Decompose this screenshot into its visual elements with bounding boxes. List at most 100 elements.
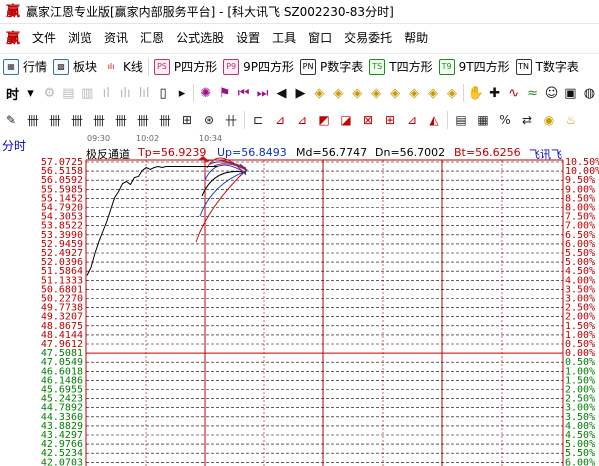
comb-split-icon[interactable]: 卌 (110, 109, 132, 131)
menu-bar: 赢 文件 浏览 资讯 汇恩 公式选股 设置 工具 窗口 交易委托 帮助 (0, 25, 599, 52)
hand-icon[interactable]: ✋ (466, 82, 485, 104)
fan-box-icon[interactable]: ◩ (313, 109, 335, 131)
cross-line-icon[interactable]: 卄 (220, 109, 242, 131)
comb-icon[interactable]: 卌 (22, 109, 44, 131)
ts-icon: TS (369, 58, 386, 75)
toolbar-separator (147, 57, 149, 76)
intraday-chart[interactable]: 57.072556.515856.059255.598555.145254.79… (0, 146, 599, 466)
price-line (86, 165, 218, 276)
indicator-bt: Bt=56.6256 (454, 146, 521, 159)
menu-file[interactable]: 文件 (26, 25, 62, 52)
9t-square-label: 9T四方形 (458, 60, 510, 74)
circle-grid-icon[interactable]: ⊛ (198, 109, 220, 131)
percent-tick-label: 6.00% (565, 457, 595, 466)
pencil-icon[interactable]: ✎ (0, 109, 22, 131)
t-number-table-button[interactable]: TN T数字表 (513, 58, 582, 75)
kline-button[interactable]: ılı K线 (100, 58, 146, 75)
single-candle-icon[interactable]: ▯ (154, 82, 173, 104)
price-tick-label: 42.0703 (41, 457, 83, 466)
fan-diag-icon[interactable]: ⊿ (401, 109, 423, 131)
sector-button[interactable]: ▩ 板块 (50, 58, 100, 75)
bars-alt-icon[interactable]: ▥ (78, 82, 97, 104)
9t-square-button[interactable]: T9 9T四方形 (436, 58, 513, 75)
first-bar-icon[interactable]: ⏮ (234, 82, 253, 104)
chevron-down-icon[interactable]: ▾ (21, 82, 40, 104)
menu-huien[interactable]: 汇恩 (134, 25, 170, 52)
menu-settings[interactable]: 设置 (230, 25, 266, 52)
zigzag-icon[interactable]: ∿ (504, 82, 523, 104)
diamond-star-icon[interactable]: ◈ (386, 82, 405, 104)
capsule-icon[interactable]: ◍ (580, 82, 599, 104)
fan-dense-icon[interactable]: ⊿ (291, 109, 313, 131)
fan-rays-icon[interactable]: ◭ (423, 109, 445, 131)
face-icon[interactable]: ☺ (542, 82, 561, 104)
prev-icon[interactable]: ◀ (272, 82, 291, 104)
comb-long-icon[interactable]: 卌 (132, 109, 154, 131)
spiral-icon[interactable]: ✺ (196, 82, 215, 104)
candle-down-icon[interactable]: lıl (135, 82, 154, 104)
toolbar-separator (244, 111, 245, 129)
comb-bar-icon[interactable]: 卌 (154, 109, 176, 131)
stats-icon[interactable]: ▦ (472, 109, 494, 131)
candle-up-icon[interactable]: ılı (116, 82, 135, 104)
p-square-label: P四方形 (173, 60, 218, 74)
diamond-up-icon[interactable]: ◈ (348, 82, 367, 104)
t-square-button[interactable]: TS T四方形 (366, 58, 435, 75)
cup-icon[interactable]: ♨ (560, 109, 582, 131)
percent-icon[interactable]: % (494, 109, 516, 131)
flag-icon[interactable]: ⚑ (215, 82, 234, 104)
toolbar-separator (193, 84, 195, 102)
tn-icon: TN (515, 58, 532, 75)
p-square-button[interactable]: PS P四方形 (151, 58, 220, 75)
scale-icon[interactable]: ⇄ (516, 109, 538, 131)
menu-trade[interactable]: 交易委托 (338, 25, 398, 52)
kline-label: K线 (123, 60, 143, 74)
time-tick: 09:30 (87, 134, 111, 143)
menu-logo-icon[interactable]: 赢 (4, 30, 22, 48)
ledger-icon[interactable]: ▤ (450, 109, 472, 131)
menu-window[interactable]: 窗口 (302, 25, 338, 52)
coin-icon[interactable]: ◉ (538, 109, 560, 131)
cursor-select-icon[interactable]: ▸ (173, 82, 192, 104)
diamond-down-icon[interactable]: ◈ (367, 82, 386, 104)
comb-circle-icon[interactable]: ⊞ (176, 109, 198, 131)
comb-top-icon[interactable]: 卌 (44, 109, 66, 131)
indicator-md: Md=56.7747 (296, 146, 368, 159)
time-tick: 10:34 (199, 134, 223, 143)
ps-icon: PS (153, 58, 170, 75)
comb-fan-icon[interactable]: 卌 (66, 109, 88, 131)
crosshair-icon[interactable]: ✚ (485, 82, 504, 104)
next-icon[interactable]: ▶ (291, 82, 310, 104)
menu-tools[interactable]: 工具 (266, 25, 302, 52)
diamond-plus-icon[interactable]: ◈ (424, 82, 443, 104)
diamond-right-icon[interactable]: ◈ (329, 82, 348, 104)
quotes-label: 行情 (23, 60, 48, 74)
chart-header: 极反通道 Tp=56.9239 Up=56.8493 Md=56.7747 Dn… (86, 146, 566, 162)
app-logo-icon: 赢 (6, 3, 20, 20)
bracket-icon[interactable]: ⊏ (247, 109, 269, 131)
channel-curve (195, 169, 247, 243)
diamond-cross-icon[interactable]: ◈ (405, 82, 424, 104)
fan-icon[interactable]: ⊿ (269, 109, 291, 131)
fan-square-icon[interactable]: ⊠ (357, 109, 379, 131)
comb-double-icon[interactable]: 卌 (88, 109, 110, 131)
diamond-x-icon[interactable]: ◈ (443, 82, 462, 104)
last-bar-icon[interactable]: ⏭ (253, 82, 272, 104)
sector-label: 板块 (73, 60, 98, 74)
fan-grid-icon[interactable]: ⊞ (379, 109, 401, 131)
fan-cross-icon[interactable]: ◪ (335, 109, 357, 131)
quotes-button[interactable]: ▦ 行情 (0, 58, 50, 75)
menu-formula-screener[interactable]: 公式选股 (170, 25, 230, 52)
bars-icon[interactable]: ▤ (59, 82, 78, 104)
diamond-left-icon[interactable]: ◈ (310, 82, 329, 104)
gear-icon[interactable]: ⚙ (40, 82, 59, 104)
period-select[interactable]: 时 (0, 84, 21, 103)
p-number-table-button[interactable]: PN P数字表 (297, 58, 366, 75)
candle-alt-icon[interactable]: ıl (97, 82, 116, 104)
menu-news[interactable]: 资讯 (98, 25, 134, 52)
wave-icon[interactable]: ≈ (523, 82, 542, 104)
chart-window-icon[interactable]: ▣ (561, 82, 580, 104)
menu-browse[interactable]: 浏览 (62, 25, 98, 52)
9p-square-button[interactable]: P9 9P四方形 (220, 58, 297, 75)
menu-help[interactable]: 帮助 (398, 25, 434, 52)
